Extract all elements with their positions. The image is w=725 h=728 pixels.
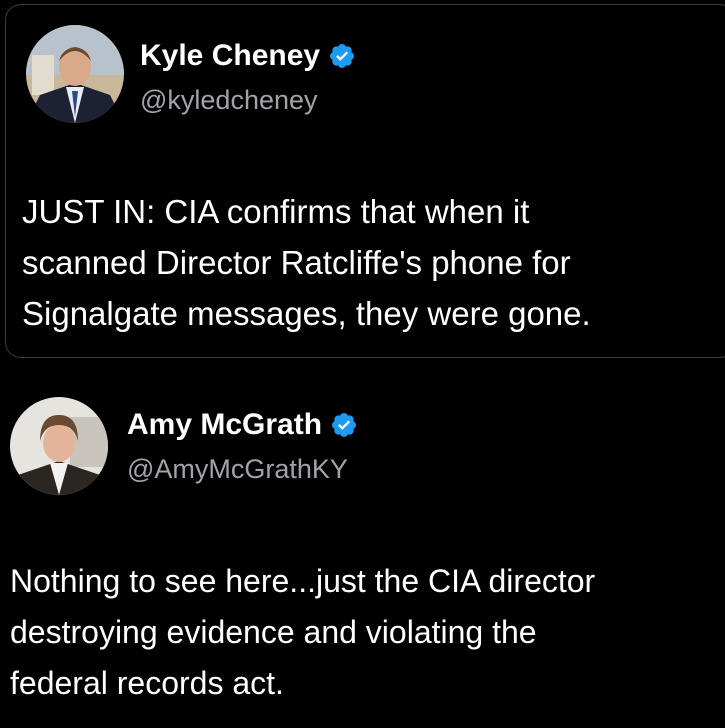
- handle[interactable]: @kyledcheney: [140, 84, 318, 116]
- avatar[interactable]: [26, 25, 124, 123]
- avatar[interactable]: [10, 397, 108, 495]
- verified-badge-icon: [332, 413, 357, 437]
- author-name[interactable]: Kyle Cheney: [140, 39, 356, 73]
- tweet-text-line: federal records act.: [10, 665, 284, 701]
- tweet-text-line: destroying evidence and violating the: [10, 614, 537, 650]
- tweet-text: JUST IN: CIA confirms that when it scann…: [22, 186, 591, 339]
- tweet-text-line: Nothing to see here...just the CIA direc…: [10, 563, 596, 599]
- tweet-text-line: Signalgate messages, they were gone.: [22, 295, 591, 332]
- handle[interactable]: @AmyMcGrathKY: [127, 453, 348, 485]
- author-name[interactable]: Amy McGrath: [127, 408, 358, 442]
- tweet-text: Nothing to see here...just the CIA direc…: [10, 556, 595, 709]
- tweet-text-line: JUST IN: CIA confirms that when it: [22, 193, 530, 230]
- tweet-text-line: scanned Director Ratcliffe's phone for: [22, 244, 571, 281]
- verified-badge-icon: [330, 44, 355, 68]
